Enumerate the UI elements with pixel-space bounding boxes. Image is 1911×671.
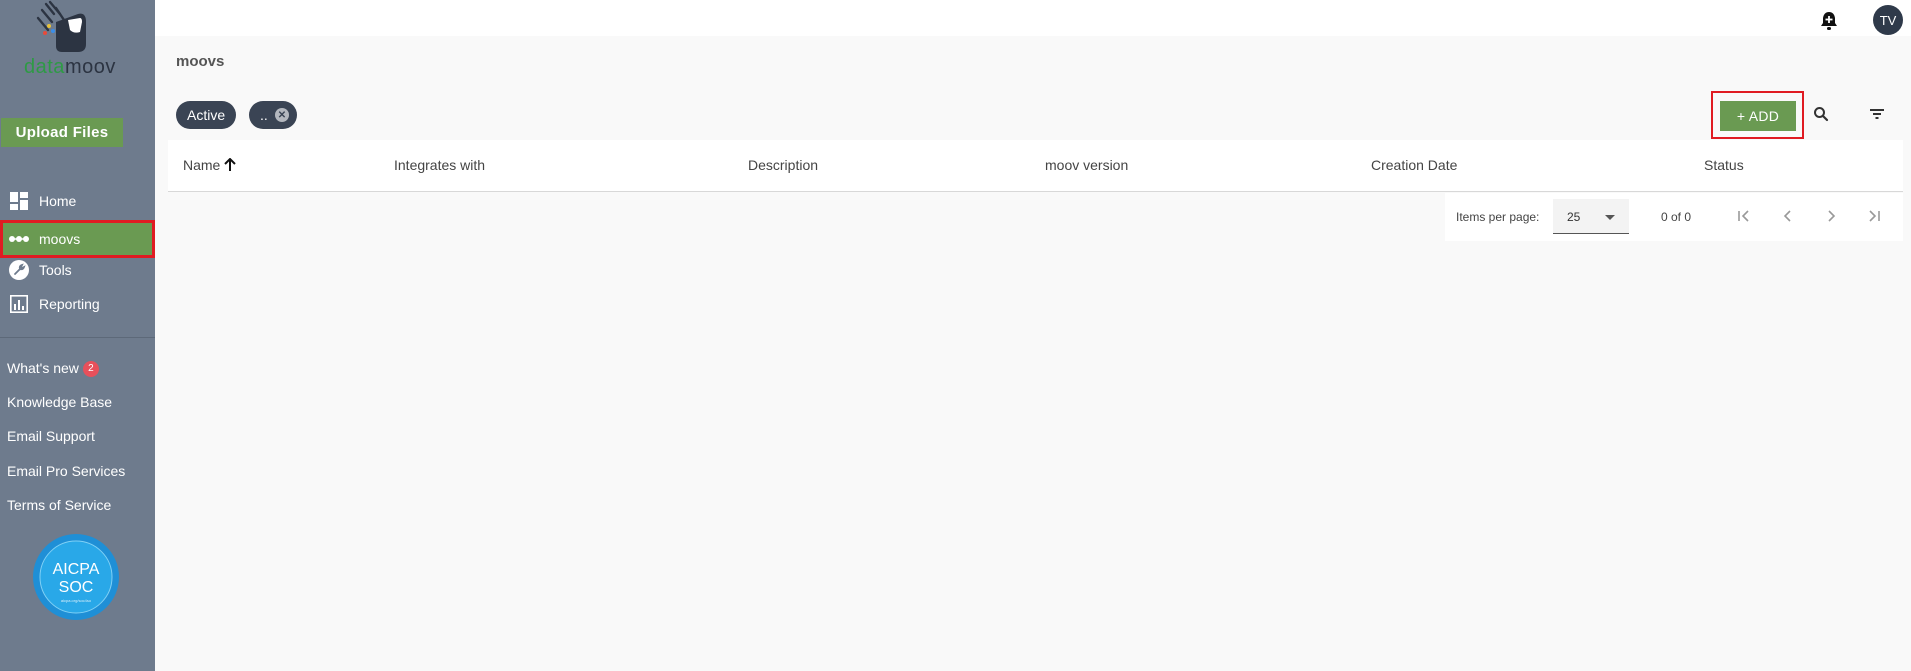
filter-icon[interactable] bbox=[1869, 107, 1885, 121]
items-per-page-label: Items per page: bbox=[1456, 210, 1540, 224]
whats-new-link[interactable]: What's new 2 bbox=[7, 360, 99, 377]
sidebar-divider bbox=[0, 337, 155, 338]
terms-of-service-link[interactable]: Terms of Service bbox=[7, 497, 111, 513]
next-page-button[interactable] bbox=[1820, 205, 1842, 227]
column-label: Name bbox=[183, 157, 221, 173]
column-header-name[interactable]: Name bbox=[183, 157, 237, 173]
user-avatar[interactable]: TV bbox=[1873, 5, 1903, 35]
column-header-status[interactable]: Status bbox=[1704, 157, 1744, 173]
sidebar-item-home[interactable]: Home bbox=[0, 184, 155, 218]
sort-arrow-up-icon bbox=[224, 158, 237, 171]
add-button-highlight: + ADD bbox=[1711, 91, 1804, 139]
chip-label: .. bbox=[260, 107, 268, 123]
top-bar bbox=[155, 0, 1911, 36]
dashboard-icon bbox=[9, 191, 29, 211]
sidebar-item-reporting[interactable]: Reporting bbox=[0, 287, 155, 321]
email-pro-services-link[interactable]: Email Pro Services bbox=[7, 463, 125, 479]
sidebar-item-label: moovs bbox=[39, 231, 81, 247]
whats-new-label: What's new bbox=[7, 360, 79, 376]
chevron-left-icon bbox=[1783, 210, 1791, 222]
sidebar: datamoov Upload Files Home moovs Tools R… bbox=[0, 0, 155, 671]
sidebar-item-label: Home bbox=[39, 193, 77, 209]
dropdown-arrow-icon bbox=[1605, 215, 1615, 220]
page-title: moovs bbox=[176, 53, 225, 70]
notification-badge: 2 bbox=[82, 360, 99, 377]
items-per-page-value: 25 bbox=[1567, 210, 1581, 224]
logo-wordmark: datamoov bbox=[24, 56, 116, 78]
svg-text:SOC: SOC bbox=[59, 579, 94, 596]
svg-text:aicpa.org/soc4so: aicpa.org/soc4so bbox=[61, 598, 92, 603]
sidebar-item-label: Tools bbox=[39, 262, 72, 278]
add-button[interactable]: + ADD bbox=[1720, 101, 1796, 131]
sidebar-item-tools[interactable]: Tools bbox=[0, 253, 155, 287]
first-page-button[interactable] bbox=[1733, 205, 1755, 227]
svg-text:AICPA: AICPA bbox=[53, 561, 100, 578]
table-header: Name Integrates with Description moov ve… bbox=[168, 140, 1903, 192]
last-page-icon bbox=[1869, 210, 1880, 222]
chip-remove-icon[interactable]: ✕ bbox=[275, 108, 289, 122]
knowledge-base-link[interactable]: Knowledge Base bbox=[7, 394, 112, 410]
previous-page-button[interactable] bbox=[1777, 205, 1799, 227]
search-icon[interactable] bbox=[1813, 106, 1829, 122]
page-range: 0 of 0 bbox=[1661, 210, 1692, 224]
filter-chip-active[interactable]: Active bbox=[176, 101, 237, 129]
last-page-button[interactable] bbox=[1863, 205, 1885, 227]
items-per-page-select[interactable]: 25 bbox=[1553, 199, 1629, 234]
bar-chart-icon bbox=[9, 294, 29, 314]
chip-label: Active bbox=[187, 107, 226, 123]
first-page-icon bbox=[1738, 210, 1749, 222]
sidebar-item-label: Reporting bbox=[39, 296, 100, 312]
notification-bell-icon[interactable] bbox=[1818, 10, 1840, 32]
chevron-right-icon bbox=[1828, 210, 1836, 222]
upload-files-button[interactable]: Upload Files bbox=[1, 118, 123, 147]
column-header-moov-version[interactable]: moov version bbox=[1045, 157, 1128, 173]
filter-chip-dots[interactable]: .. ✕ bbox=[249, 101, 297, 129]
email-support-link[interactable]: Email Support bbox=[7, 428, 95, 444]
column-header-creation-date[interactable]: Creation Date bbox=[1371, 157, 1457, 173]
wrench-icon bbox=[9, 260, 29, 280]
column-header-integrates-with[interactable]: Integrates with bbox=[394, 157, 485, 173]
aicpa-soc-badge: AICPA SOC aicpa.org/soc4so bbox=[33, 534, 119, 620]
moovs-dots-icon bbox=[9, 229, 29, 249]
paginator: Items per page: 25 0 of 0 bbox=[1445, 193, 1903, 241]
column-header-description[interactable]: Description bbox=[748, 157, 818, 173]
